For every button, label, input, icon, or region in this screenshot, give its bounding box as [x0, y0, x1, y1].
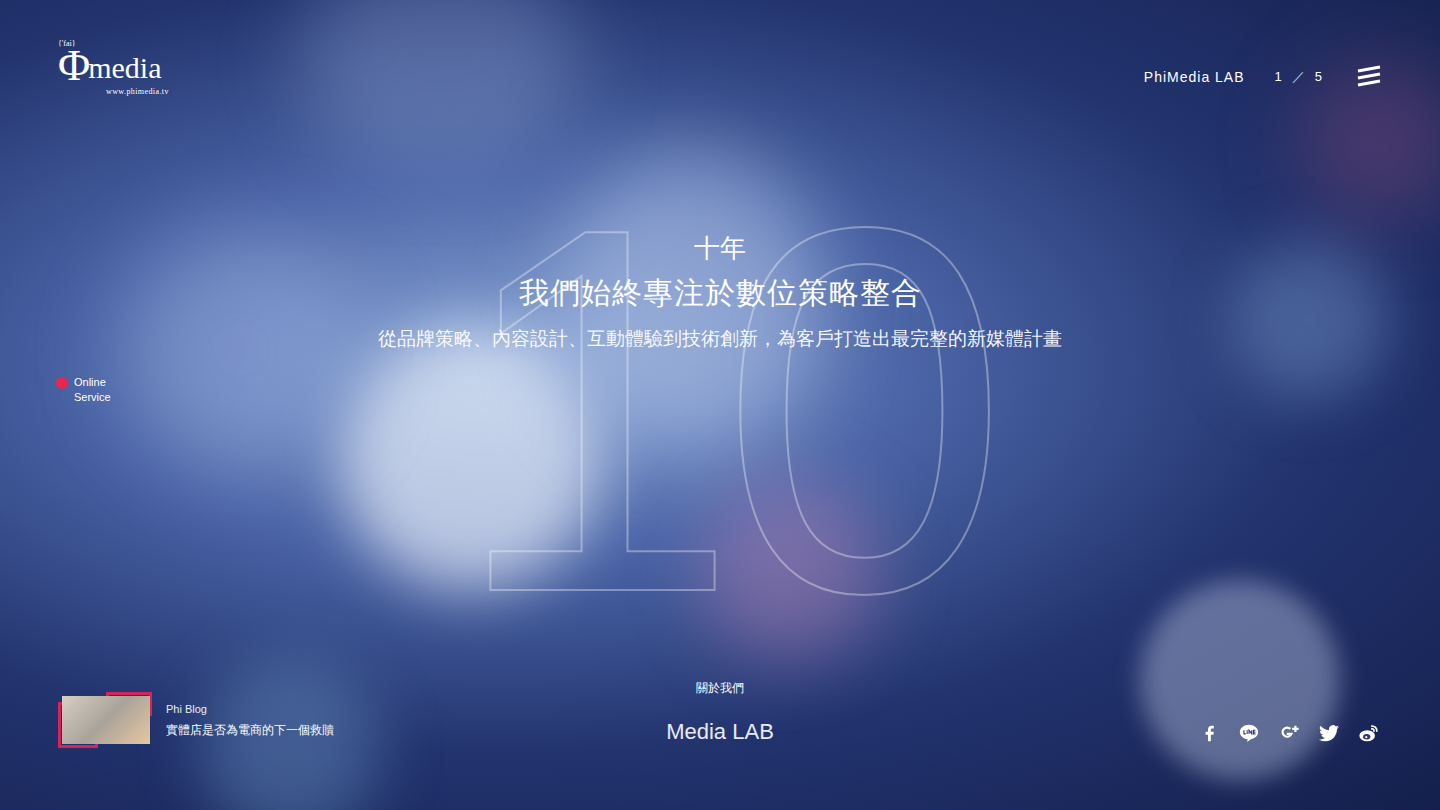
pager: 1 ／ 5: [1275, 67, 1322, 87]
hero-kicker: 十年: [694, 230, 746, 266]
logo-name: media: [88, 53, 161, 83]
bokeh-light: [700, 480, 880, 660]
blog-label: Phi Blog: [166, 701, 334, 718]
pager-total: 5: [1315, 67, 1322, 87]
online-service-label: Online Service: [74, 375, 124, 405]
twitter-icon[interactable]: [1318, 722, 1340, 744]
social-links: [774, 722, 1382, 748]
header: {'fai} Φ media www.phimedia.tv PhiMedia …: [0, 0, 1440, 120]
status-dot: [56, 377, 68, 389]
bokeh-light: [120, 230, 360, 470]
pager-current: 1: [1275, 67, 1282, 87]
bokeh-light: [1230, 240, 1390, 400]
section-link[interactable]: 關於我們 Media LAB: [666, 679, 774, 748]
menu-icon: [1356, 64, 1382, 90]
blog-title: 實體店是否為電商的下一個救贖: [166, 721, 334, 739]
menu-button[interactable]: [1356, 64, 1382, 90]
bokeh-light: [1140, 580, 1340, 780]
hero: Online Service 十年 我們始終專注於數位策略整合 從品牌策略、內容…: [0, 120, 1440, 679]
online-service[interactable]: Online Service: [56, 375, 124, 405]
pager-separator: ／: [1292, 67, 1305, 87]
weibo-icon[interactable]: [1358, 722, 1380, 744]
hero-number: 10: [451, 150, 989, 670]
hero-subline: 從品牌策略、內容設計、互動體驗到技術創新，為客戶打造出最完整的新媒體計畫: [378, 324, 1062, 354]
google-plus-icon[interactable]: [1278, 722, 1300, 744]
blog-link[interactable]: Phi Blog 實體店是否為電商的下一個救贖: [58, 692, 666, 748]
bokeh-light: [300, 0, 580, 160]
logo-symbol: Φ: [58, 44, 90, 88]
bokeh-light: [340, 330, 600, 590]
lab-title[interactable]: PhiMedia LAB: [1144, 67, 1245, 88]
section-caption: 關於我們: [696, 679, 744, 697]
hero-headline: 我們始終專注於數位策略整合: [519, 270, 922, 316]
blog-thumbnail: [62, 696, 150, 744]
logo-url: www.phimedia.tv: [58, 88, 169, 96]
facebook-icon[interactable]: [1200, 723, 1220, 743]
line-icon[interactable]: [1238, 722, 1260, 744]
logo[interactable]: {'fai} Φ media www.phimedia.tv: [58, 40, 169, 96]
section-title: Media LAB: [666, 715, 774, 748]
page: 10 {'fai} Φ media www.phimedia.tv PhiMed…: [0, 0, 1440, 810]
footer: Phi Blog 實體店是否為電商的下一個救贖 關於我們 Media LAB: [0, 679, 1440, 810]
